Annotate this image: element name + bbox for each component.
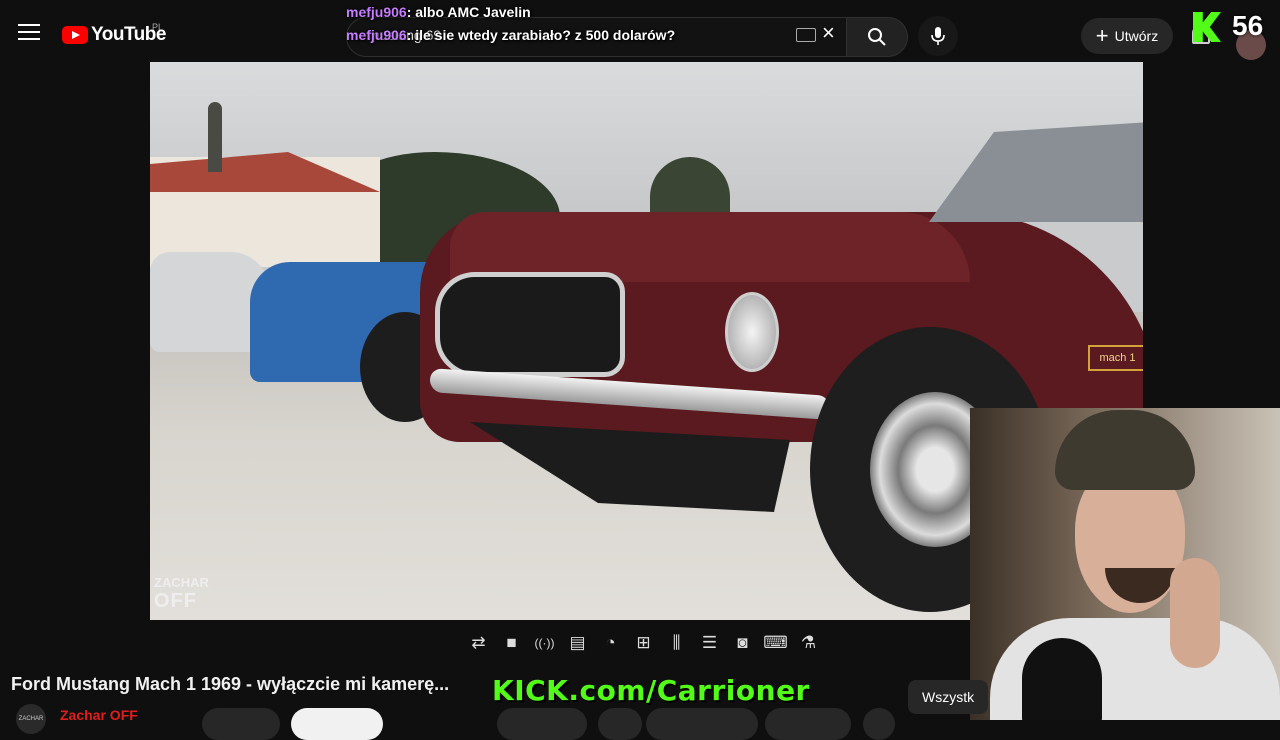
- search-icon: [868, 28, 886, 46]
- split-icon[interactable]: ⫼: [660, 630, 693, 656]
- extension-toolbar: ⇄ ■ ((·)) ▤ ◔ ⊞ ⫼ ☰ ◙ ⌨ ⚗: [462, 630, 825, 656]
- share-button[interactable]: [646, 708, 758, 740]
- create-button[interactable]: + Utwórz: [1081, 18, 1173, 54]
- join-button[interactable]: [202, 708, 280, 740]
- create-label: Utwórz: [1114, 28, 1159, 44]
- video-title: Ford Mustang Mach 1 1969 - wyłączcie mi …: [11, 674, 450, 694]
- chat-user: mefju906: [346, 27, 407, 43]
- broadcast-icon[interactable]: ((·)): [528, 630, 561, 656]
- country-code: PL: [152, 22, 164, 32]
- keyboard-icon[interactable]: [796, 28, 816, 42]
- webcam-hand: [1170, 558, 1220, 668]
- mustang-headlight: [725, 292, 779, 372]
- youtube-play-icon: [62, 26, 88, 44]
- kick-url: KICK.com/Carrioner: [492, 674, 810, 707]
- mach1-badge: mach 1: [1088, 345, 1143, 371]
- dislike-button[interactable]: [598, 708, 642, 740]
- like-button[interactable]: [497, 708, 587, 740]
- save-button[interactable]: [765, 708, 851, 740]
- keyboard-icon[interactable]: ⌨: [759, 630, 792, 656]
- chat-text: : albo AMC Javelin: [406, 4, 531, 20]
- subscribe-button[interactable]: [291, 708, 383, 740]
- caption-frame-icon[interactable]: ▤: [561, 630, 594, 656]
- plus-icon: +: [1095, 23, 1109, 48]
- channel-avatar[interactable]: ZACHAR: [16, 704, 46, 734]
- chat-message: mefju906: albo AMC Javelin: [346, 0, 676, 24]
- channel-name[interactable]: Zachar OFF: [60, 707, 138, 723]
- layout-icon[interactable]: ☰: [693, 630, 726, 656]
- clear-search-icon[interactable]: ×: [822, 22, 840, 44]
- voice-search-button[interactable]: [918, 16, 958, 56]
- filter-all-chip[interactable]: Wszystk: [908, 680, 989, 714]
- add-box-icon[interactable]: ⊞: [627, 630, 660, 656]
- chat-message: mefju906: ile sie wtedy zarabiało? z 500…: [346, 23, 676, 47]
- menu-icon[interactable]: [18, 24, 40, 40]
- search-button[interactable]: [846, 17, 908, 57]
- viewer-count: 56: [1232, 10, 1264, 41]
- camera-icon[interactable]: ◙: [726, 630, 759, 656]
- youtube-logo[interactable]: YouTube: [62, 24, 166, 46]
- watermark-line2: OFF: [154, 590, 197, 612]
- chat-overlay: mefju906: albo AMC Javelin mefju906: ile…: [346, 0, 676, 47]
- mustang-grille: [435, 272, 625, 377]
- video-watermark: ZACHAR OFF: [154, 574, 209, 612]
- chat-user: mefju906: [346, 4, 407, 20]
- video-tower: [208, 102, 222, 172]
- webcam-microphone: [1022, 638, 1102, 720]
- mic-icon: [931, 27, 945, 45]
- streamer-webcam: [970, 408, 1280, 720]
- stop-icon[interactable]: ■: [495, 630, 528, 656]
- chat-text: : ile sie wtedy zarabiało? z 500 dolarów…: [406, 27, 676, 43]
- loop-icon[interactable]: ⇄: [462, 630, 495, 656]
- speed-icon[interactable]: ◔: [594, 630, 627, 656]
- more-button[interactable]: [863, 708, 895, 740]
- flask-icon[interactable]: ⚗: [792, 630, 825, 656]
